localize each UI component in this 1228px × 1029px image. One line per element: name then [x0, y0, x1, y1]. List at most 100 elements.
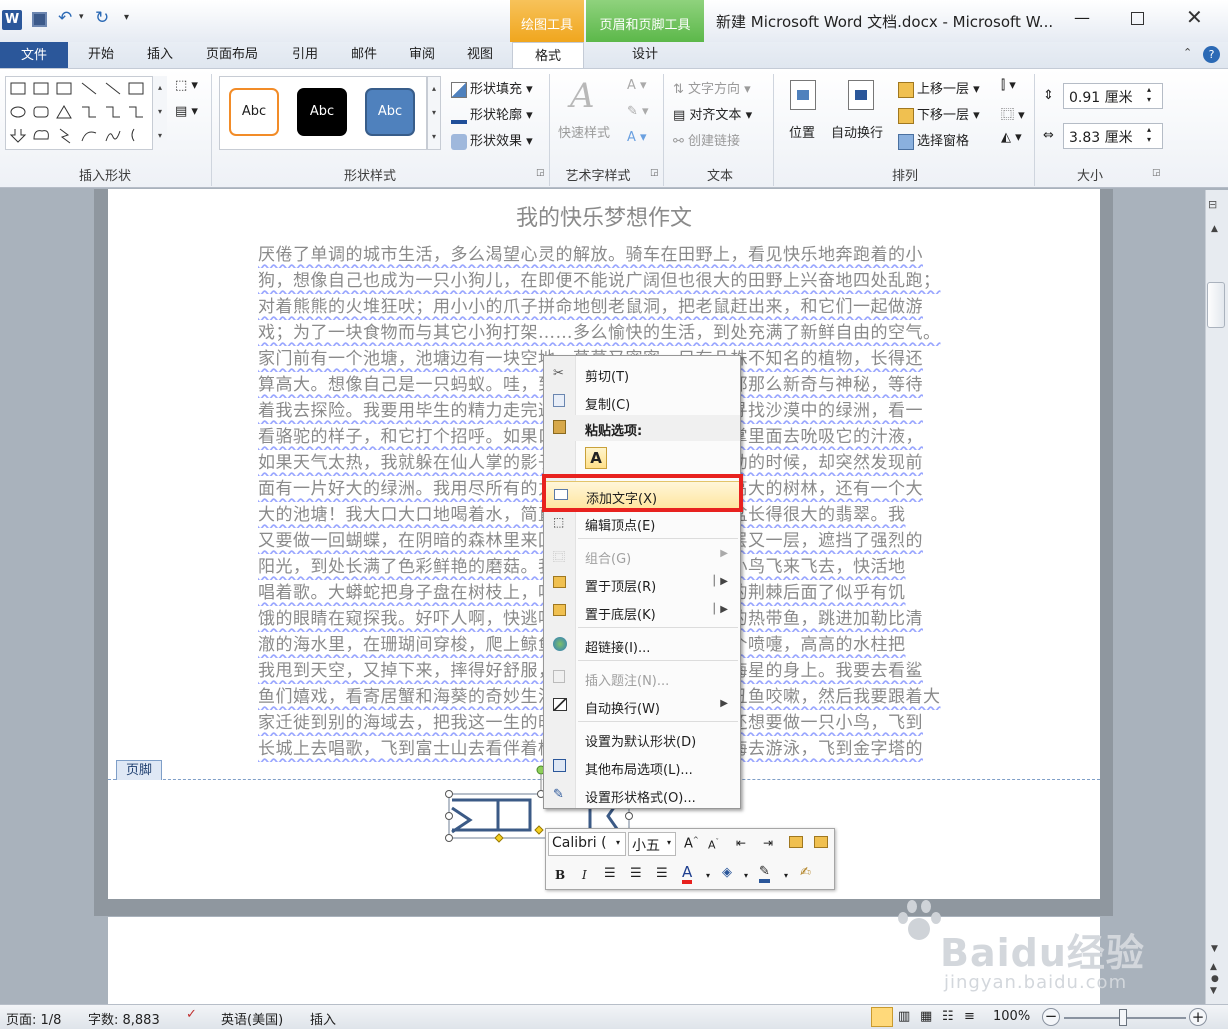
tab-review[interactable]: 审阅 — [395, 44, 449, 68]
print-layout-view-icon[interactable] — [871, 1007, 893, 1027]
close-button[interactable]: ✕ — [1186, 5, 1203, 29]
status-language[interactable]: 英语(美国) — [221, 1009, 283, 1028]
italic-icon[interactable]: I — [582, 868, 587, 882]
tab-insert[interactable]: 插入 — [133, 44, 187, 68]
zoom-out-button[interactable]: − — [1042, 1008, 1060, 1026]
bring-forward-button[interactable]: 上移一层 ▾ — [898, 78, 980, 98]
footer-tab[interactable]: 页脚 — [116, 760, 162, 780]
align-center-icon[interactable]: ☰ — [630, 866, 642, 881]
minimize-ribbon-icon[interactable]: ⌃ — [1183, 46, 1192, 59]
menu-item-set-default-shape[interactable]: 设置为默认形状(D) — [544, 726, 740, 752]
status-page-count[interactable]: 页面: 1/8 — [6, 1009, 61, 1028]
align-objects-icon[interactable]: ⫿ ▾ — [1001, 78, 1016, 93]
paste-keep-text-only-button[interactable]: A — [585, 447, 607, 469]
align-text-button[interactable]: ▤ 对齐文本 ▾ — [673, 104, 752, 123]
format-painter-icon[interactable]: ✍ — [800, 865, 811, 880]
undo-icon[interactable]: ↶ — [58, 8, 72, 28]
menu-item-edit-points[interactable]: ⬚ 编辑顶点(E) — [544, 510, 740, 536]
grow-font-icon[interactable]: A^ — [684, 836, 699, 851]
shape-outline-button[interactable]: 形状轮廓 ▾ — [451, 104, 533, 124]
status-insert-mode[interactable]: 插入 — [310, 1009, 336, 1028]
shape-effects-button[interactable]: 形状效果 ▾ — [451, 130, 533, 150]
rotate-objects-icon[interactable]: ◭ ▾ — [1001, 130, 1022, 145]
font-color-icon[interactable]: A — [682, 864, 693, 884]
line-color-icon[interactable]: ✎ — [759, 865, 770, 883]
web-layout-icon[interactable]: ▦ — [920, 1009, 932, 1024]
menu-item-group[interactable]: ⿴ 组合(G) ▶ — [544, 543, 740, 569]
size-launcher-icon[interactable]: ◲ — [1152, 168, 1161, 178]
menu-item-format-shape[interactable]: ✎ 设置形状格式(O)... — [544, 782, 740, 808]
send-backward-button[interactable]: 下移一层 ▾ — [898, 104, 980, 124]
menu-item-cut[interactable]: ✂ 剪切(T) — [544, 361, 740, 387]
draw-textbox-icon[interactable]: ▤ ▾ — [175, 104, 198, 119]
font-name-dropdown-arrow[interactable]: ▾ — [616, 838, 620, 847]
wrap-text-button[interactable]: 自动换行 — [831, 122, 883, 141]
menu-item-bring-to-front[interactable]: 置于顶层(R) │ ▶ — [544, 571, 740, 597]
style-preset-black[interactable]: Abc — [297, 88, 347, 136]
shape-styles-launcher-icon[interactable]: ◲ — [536, 168, 545, 178]
text-outline-icon[interactable]: ✎ ▾ — [627, 104, 649, 119]
shapes-gallery-scroll[interactable]: ▴ ▾ ▾ — [152, 76, 167, 150]
tab-page-layout[interactable]: 页面布局 — [193, 44, 271, 68]
selection-pane-button[interactable]: 选择窗格 — [898, 130, 969, 150]
customize-qat-icon[interactable]: ▾ — [124, 12, 129, 23]
shape-fill-button[interactable]: 形状填充 ▾ — [451, 78, 533, 98]
format-painter-small-icon[interactable] — [814, 836, 828, 848]
style-preset-orange[interactable]: Abc — [229, 88, 279, 136]
tab-format[interactable]: 格式 — [512, 42, 584, 69]
create-link-button[interactable]: ⚯ 创建链接 — [673, 130, 740, 149]
zoom-in-button[interactable]: + — [1189, 1008, 1207, 1026]
tab-home[interactable]: 开始 — [74, 44, 128, 68]
menu-item-copy[interactable]: 复制(C) — [544, 389, 740, 415]
line-color-dropdown[interactable]: ▾ — [784, 871, 788, 880]
increase-indent-icon[interactable]: ⇥ — [763, 836, 773, 850]
menu-item-wrap-text[interactable]: 自动换行(W) ▶ — [544, 693, 740, 719]
status-word-count[interactable]: 字数: 8,883 — [88, 1009, 160, 1028]
tab-mailings[interactable]: 邮件 — [337, 44, 391, 68]
proofing-icon[interactable]: ✓ — [186, 1007, 197, 1022]
scroll-thumb[interactable] — [1207, 282, 1225, 328]
text-fill-icon[interactable]: A ▾ — [627, 78, 647, 93]
text-direction-button[interactable]: ⇅ 文字方向 ▾ — [673, 78, 751, 97]
undo-dropdown-icon[interactable]: ▾ — [79, 12, 84, 22]
menu-item-insert-caption[interactable]: 插入题注(N)... — [544, 665, 740, 691]
maximize-button[interactable] — [1131, 12, 1144, 25]
align-left-icon[interactable]: ☰ — [604, 866, 616, 881]
zoom-slider-thumb[interactable] — [1119, 1009, 1127, 1026]
scroll-down-icon[interactable]: ▼ — [1211, 944, 1218, 954]
highlight-color-dropdown[interactable]: ▾ — [744, 871, 748, 880]
previous-page-icon[interactable]: ▲ — [1210, 962, 1217, 972]
edit-shape-icon[interactable]: ⬚ ▾ — [175, 78, 198, 93]
outline-view-icon[interactable]: ☷ — [942, 1009, 954, 1024]
menu-item-send-to-back[interactable]: 置于底层(K) │ ▶ — [544, 599, 740, 625]
bold-icon[interactable]: B — [555, 868, 565, 882]
justify-icon[interactable]: ☰ — [656, 866, 668, 881]
next-page-icon[interactable]: ▼ — [1210, 986, 1217, 996]
decrease-indent-icon[interactable]: ⇤ — [736, 836, 746, 850]
save-icon[interactable] — [32, 12, 47, 27]
wordart-launcher-icon[interactable]: ◲ — [650, 168, 659, 178]
redo-icon[interactable]: ↻ — [95, 8, 109, 28]
font-name-dropdown[interactable]: Calibri ( — [548, 832, 626, 856]
shapes-gallery[interactable] — [5, 76, 167, 150]
full-screen-reading-icon[interactable]: ▥ — [898, 1009, 910, 1024]
ruler-toggle-icon[interactable]: ⊟ — [1208, 198, 1217, 211]
word-app-icon[interactable]: W — [2, 10, 22, 30]
group-objects-icon[interactable]: ⿴ ▾ — [1001, 104, 1025, 123]
menu-item-hyperlink[interactable]: 超链接(I)... — [544, 632, 740, 658]
position-button[interactable]: 位置 — [789, 122, 815, 141]
draft-view-icon[interactable]: ≡ — [964, 1009, 975, 1024]
browse-object-icon[interactable]: ● — [1211, 974, 1219, 984]
quick-styles-button[interactable]: 快速样式 — [558, 122, 610, 141]
highlight-color-icon[interactable]: ◈ — [722, 865, 732, 880]
font-color-dropdown[interactable]: ▾ — [706, 871, 710, 880]
tab-references[interactable]: 引用 — [278, 44, 332, 68]
text-effects-icon[interactable]: A ▾ — [627, 130, 647, 145]
status-zoom-level[interactable]: 100% — [993, 1009, 1030, 1024]
style-gallery-scroll[interactable]: ▴ ▾ ▾ — [427, 76, 441, 150]
minimize-button[interactable]: — — [1072, 8, 1092, 27]
shape-width-spinner[interactable]: ▴ ▾ — [1147, 125, 1151, 145]
font-size-dropdown-arrow[interactable]: ▾ — [667, 838, 671, 847]
tab-design[interactable]: 设计 — [606, 44, 684, 68]
shrink-font-icon[interactable]: Aˇ — [708, 838, 719, 852]
